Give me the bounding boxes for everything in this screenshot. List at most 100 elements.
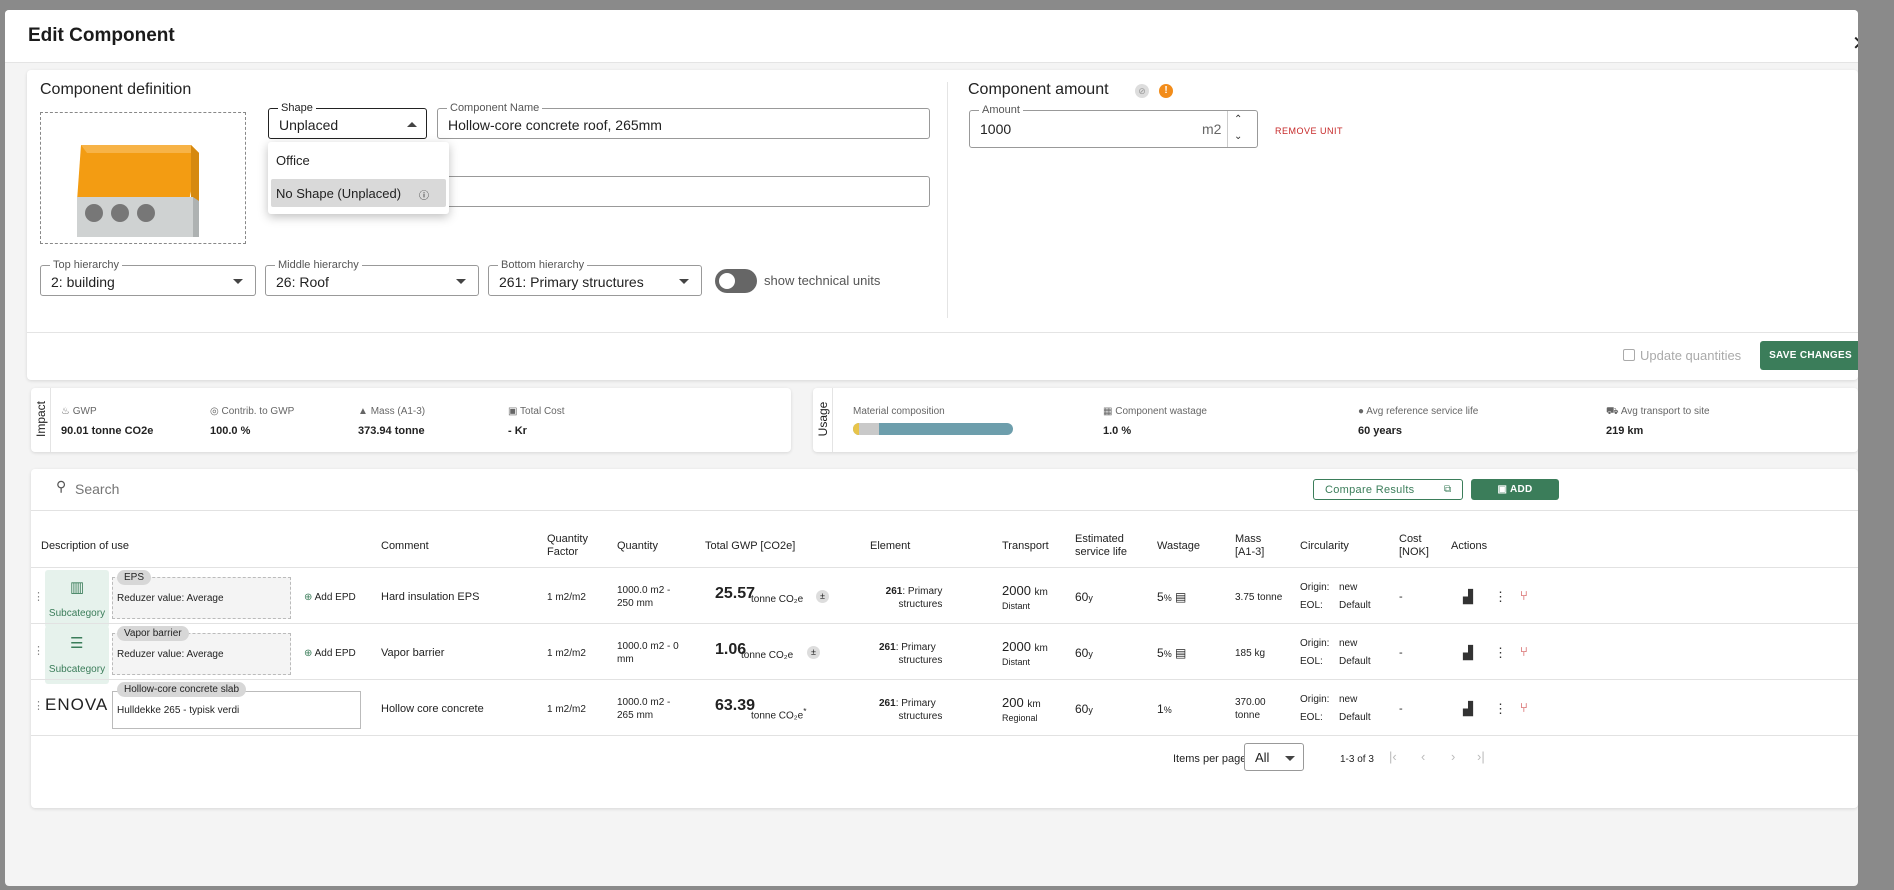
shape-option-unplaced[interactable]: No Shape (Unplaced) ⓘ bbox=[271, 179, 446, 207]
product-desc: Hulldekke 265 - typisk verdi bbox=[117, 705, 240, 716]
info-icon[interactable]: ± bbox=[807, 646, 820, 659]
split-icon[interactable]: ⑂ bbox=[1520, 588, 1528, 603]
shape-option-office[interactable]: Office bbox=[276, 153, 310, 168]
col-life: Estimated service life bbox=[1075, 533, 1127, 558]
component-image bbox=[40, 112, 246, 244]
col-comment: Comment bbox=[381, 540, 429, 552]
drag-handle-icon[interactable]: ⋮ bbox=[33, 591, 44, 604]
usage-card: Usage Material composition ▦ Component w… bbox=[813, 388, 1858, 452]
add-product-button[interactable]: ▣ ADD PRODUCT bbox=[1471, 479, 1559, 516]
info-icon[interactable]: ± bbox=[816, 590, 829, 603]
col-actions: Actions bbox=[1451, 540, 1488, 552]
amount-title: Component amount bbox=[968, 81, 1109, 98]
contrib-label: ◎ Contrib. to GWP bbox=[210, 406, 295, 417]
next-page-icon[interactable]: › bbox=[1451, 749, 1455, 764]
material-composition-bar bbox=[853, 423, 1013, 435]
gwp-value: 90.01 tonne CO2e bbox=[61, 425, 154, 437]
secondary-input[interactable] bbox=[437, 176, 930, 207]
increment-icon[interactable]: ⌃ bbox=[1234, 114, 1242, 125]
products-table-card: ⚲ Compare Results ⧉ ▣ ADD PRODUCT Descri… bbox=[31, 469, 1858, 808]
col-gwp: Total GWP [CO2e] bbox=[705, 540, 796, 552]
product-pill: Hollow-core concrete slab bbox=[117, 682, 247, 697]
plus-box-icon: ▣ bbox=[1497, 484, 1510, 495]
chevron-up-icon bbox=[407, 122, 417, 127]
truck-icon: ⛟ bbox=[1606, 406, 1621, 417]
more-vert-icon[interactable]: ⋮ bbox=[1494, 701, 1507, 717]
last-page-icon[interactable]: ›| bbox=[1477, 749, 1485, 764]
definition-title: Component definition bbox=[40, 81, 192, 98]
plus-circle-icon: ⊕ bbox=[304, 648, 315, 659]
split-icon[interactable]: ⑂ bbox=[1520, 700, 1528, 715]
col-cost: Cost [NOK] bbox=[1399, 533, 1429, 558]
component-name-input[interactable]: Component Name Hollow-core concrete roof… bbox=[437, 101, 930, 139]
drag-handle-icon[interactable]: ⋮ bbox=[33, 645, 44, 658]
decrement-icon[interactable]: ⌄ bbox=[1234, 131, 1242, 142]
wastage-value: 1.0 % bbox=[1103, 425, 1132, 437]
chevron-down-icon bbox=[456, 279, 466, 284]
life-value: 60 years bbox=[1358, 425, 1403, 437]
clipboard-icon: ▤ bbox=[1175, 646, 1187, 660]
material-label: Material composition bbox=[853, 406, 945, 417]
split-icon[interactable]: ⑂ bbox=[1520, 644, 1528, 659]
items-per-page-label: Items per page: bbox=[1173, 753, 1250, 765]
technical-units-toggle[interactable] bbox=[715, 269, 757, 293]
chevron-down-icon bbox=[233, 279, 243, 284]
edit-component-modal: Edit Component ✕ Component definition Sh… bbox=[5, 10, 1858, 886]
impact-card: Impact ♨ GWP 90.01 tonne CO2e ◎ Contrib.… bbox=[31, 388, 791, 452]
bar-chart-icon[interactable]: ▟ bbox=[1463, 645, 1473, 661]
compare-results-button[interactable]: Compare Results ⧉ bbox=[1313, 479, 1463, 500]
bar-chart-icon[interactable]: ▟ bbox=[1463, 701, 1473, 717]
more-vert-icon[interactable]: ⋮ bbox=[1494, 589, 1507, 605]
life-label: ● Avg reference service life bbox=[1358, 406, 1479, 417]
shape-select[interactable]: Shape Unplaced bbox=[268, 101, 427, 139]
contrib-value: 100.0 % bbox=[210, 425, 251, 437]
add-epd-button[interactable]: ⊕ Add EPD bbox=[304, 591, 356, 604]
product-desc: Reduzer value: Average bbox=[117, 649, 224, 660]
col-wastage: Wastage bbox=[1157, 540, 1201, 552]
middle-hierarchy-select[interactable]: Middle hierarchy 26: Roof bbox=[265, 258, 479, 296]
plus-circle-icon: ⊕ bbox=[304, 592, 315, 603]
remove-unit-link[interactable]: REMOVE UNIT bbox=[1275, 126, 1343, 136]
mass-label: ▲ Mass (A1-3) bbox=[358, 406, 426, 417]
first-page-icon[interactable]: |‹ bbox=[1389, 749, 1397, 764]
col-desc: Description of use bbox=[41, 540, 130, 552]
update-quantities-label: Update quantities bbox=[1640, 348, 1742, 363]
bar-chart-icon[interactable]: ▟ bbox=[1463, 589, 1473, 605]
clipboard-icon: ▤ bbox=[1175, 590, 1187, 604]
col-mass: Mass [A1-3] bbox=[1235, 533, 1265, 558]
concrete-slab-icon bbox=[77, 145, 199, 237]
modal-title: Edit Component bbox=[28, 25, 175, 46]
product-pill: EPS bbox=[117, 570, 152, 585]
page-range: 1-3 of 3 bbox=[1340, 754, 1374, 765]
component-card: Component definition Shape Unplaced Comp… bbox=[27, 70, 1858, 380]
save-changes-button[interactable]: SAVE CHANGES bbox=[1760, 341, 1858, 370]
amount-input[interactable]: Amount 1000 m2 ⌃ ⌄ bbox=[969, 103, 1258, 148]
wastage-label: ▦ Component wastage bbox=[1103, 406, 1207, 417]
close-icon[interactable]: ✕ bbox=[1852, 34, 1858, 54]
top-hierarchy-select[interactable]: Top hierarchy 2: building bbox=[40, 258, 256, 296]
col-transport: Transport bbox=[1002, 540, 1049, 552]
search-input[interactable] bbox=[75, 478, 475, 500]
bottom-hierarchy-select[interactable]: Bottom hierarchy 261: Primary structures bbox=[488, 258, 702, 296]
divider bbox=[947, 82, 948, 318]
subcategory-badge: ☰ Subcategory bbox=[45, 626, 109, 684]
prev-page-icon[interactable]: ‹ bbox=[1421, 749, 1425, 764]
drag-handle-icon[interactable]: ⋮ bbox=[33, 700, 44, 713]
toggle-label: show technical units bbox=[764, 273, 881, 288]
unlink-icon: ⊘ bbox=[1135, 84, 1149, 98]
cost-value: - Kr bbox=[508, 425, 527, 437]
chevron-down-icon bbox=[679, 279, 689, 284]
compare-icon: ⧉ bbox=[1444, 484, 1452, 495]
items-per-page-select[interactable]: All bbox=[1244, 743, 1304, 771]
money-icon: ▣ bbox=[508, 406, 521, 417]
product-desc: Reduzer value: Average bbox=[117, 593, 224, 604]
more-vert-icon[interactable]: ⋮ bbox=[1494, 645, 1507, 661]
add-epd-button[interactable]: ⊕ Add EPD bbox=[304, 647, 356, 660]
warning-icon: ! bbox=[1159, 84, 1173, 98]
cost-label: ▣ Total Cost bbox=[508, 406, 565, 417]
gwp-icon: ♨ bbox=[61, 406, 73, 417]
barrier-icon: ☰ bbox=[70, 635, 84, 652]
update-quantities-checkbox[interactable] bbox=[1623, 349, 1635, 361]
mass-value: 373.94 tonne bbox=[358, 425, 425, 437]
product-pill: Vapor barrier bbox=[117, 626, 189, 641]
